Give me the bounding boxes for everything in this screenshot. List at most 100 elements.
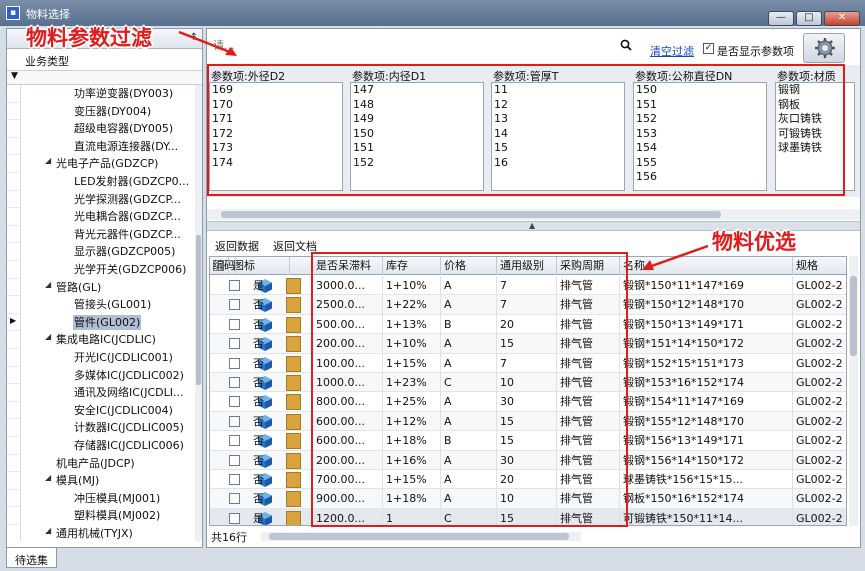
- expand-toggle-icon[interactable]: ◢: [45, 526, 51, 535]
- column-header[interactable]: 图标: [230, 257, 290, 275]
- tree-item[interactable]: ◢ 光电子产品(GDZCP): [7, 155, 194, 173]
- row-checkbox[interactable]: [229, 357, 240, 369]
- table-cell: 球墨铸铁*156*15*15...: [620, 470, 793, 489]
- row-checkbox[interactable]: [229, 415, 240, 427]
- tree-item-label: 管接头(GL001): [74, 298, 152, 312]
- tree-item[interactable]: 超级电容器(DY005): [7, 120, 194, 138]
- table-cell: 否: [250, 353, 313, 373]
- tree-item[interactable]: ◢ 集成电路IC(JCDLIC): [7, 331, 194, 349]
- tree-item[interactable]: ◢ 通用机械(TYJX): [7, 525, 194, 541]
- tree-item[interactable]: 塑料模具(MJ002): [7, 507, 194, 525]
- column-header[interactable]: 编码: [210, 257, 236, 275]
- tree-item[interactable]: 冲压模具(MJ001): [7, 489, 194, 508]
- back-data-button[interactable]: 返回数据: [215, 238, 259, 254]
- tree-row-gutter: [7, 472, 21, 490]
- tree-row-gutter: [7, 102, 21, 121]
- settings-button[interactable]: [803, 33, 845, 63]
- expand-toggle-icon[interactable]: ◢: [45, 156, 51, 165]
- tree-item[interactable]: 存储器IC(JCDLIC006): [7, 437, 194, 455]
- clear-filter-link[interactable]: 清空过滤: [650, 43, 694, 59]
- tree-item[interactable]: 计数器IC(JCDLIC005): [7, 419, 194, 437]
- row-checkbox[interactable]: [229, 474, 240, 485]
- row-checkbox[interactable]: [229, 318, 240, 330]
- tree-row-gutter: [7, 190, 21, 209]
- gear-icon: [815, 38, 835, 58]
- tree-item[interactable]: 开光IC(JCDLIC001): [7, 349, 194, 367]
- tree-item-label: 开光IC(JCDLIC001): [74, 351, 173, 364]
- table-cell: 否: [250, 470, 313, 489]
- grid-hscroll-thumb[interactable]: [269, 533, 569, 540]
- tree-item-label: 模具(MJ): [56, 474, 100, 488]
- tree-item[interactable]: LED发射器(GDZCP0...: [7, 173, 194, 191]
- grid-scrollbar[interactable]: [849, 256, 858, 526]
- tree-scrollbar[interactable]: [195, 85, 202, 541]
- tree-row-gutter: [7, 454, 21, 473]
- tree-row-gutter: [7, 173, 21, 191]
- business-type-panel: ⇞ 业务类型 ▼ 功率逆变器(DY003)变压器(DY004)超级电容器(DY0…: [6, 28, 203, 548]
- row-checkbox[interactable]: [229, 280, 240, 291]
- row-checkbox[interactable]: [229, 396, 240, 408]
- row-checkbox[interactable]: [229, 493, 240, 505]
- tree-item[interactable]: ◢ 管路(GL): [7, 278, 194, 297]
- tree-item[interactable]: 显示器(GDZCP005): [7, 243, 194, 261]
- tree-row-gutter: [7, 155, 21, 173]
- table-cell: GL002-2: [793, 470, 846, 489]
- expand-toggle-icon[interactable]: ◢: [45, 473, 51, 482]
- tree-row-gutter: [7, 261, 21, 279]
- tree-item-label: 多媒体IC(JCDLIC002): [74, 368, 184, 382]
- tab-candidates[interactable]: 待选集: [6, 548, 57, 568]
- search-input[interactable]: [211, 35, 639, 55]
- tree-item-label: 管路(GL): [56, 280, 102, 294]
- collapse-arrow-icon[interactable]: ▲: [529, 221, 535, 230]
- expand-toggle-icon[interactable]: ◢: [45, 280, 51, 289]
- tree-item[interactable]: 光学探测器(GDZCP...: [7, 190, 194, 209]
- minimize-button[interactable]: —: [768, 11, 794, 26]
- tree-row-gutter: ▶: [7, 313, 21, 332]
- row-checkbox[interactable]: [229, 435, 240, 447]
- tree-item[interactable]: 直流电源连接器(DY...: [7, 137, 194, 156]
- tree-item[interactable]: 安全IC(JCDLIC004): [7, 401, 194, 420]
- tree-item[interactable]: 背光元器件(GDZCP...: [7, 225, 194, 244]
- expand-toggle-icon[interactable]: ◢: [45, 332, 51, 341]
- params-scroll-thumb[interactable]: [221, 211, 721, 218]
- grid-scroll-thumb[interactable]: [850, 276, 857, 356]
- table-cell: 锻钢*155*12*148*170: [620, 411, 793, 431]
- tree-item[interactable]: 多媒体IC(JCDLIC002): [7, 366, 194, 385]
- tree-item[interactable]: 通讯及网络IC(JCDLI...: [7, 384, 194, 402]
- column-header[interactable]: 规格: [793, 257, 846, 275]
- row-checkbox[interactable]: [229, 338, 240, 350]
- tree-item-label: 机电产品(JDCP): [56, 456, 135, 470]
- tree-row-gutter: [7, 384, 21, 402]
- current-row-arrow-icon: ▶: [10, 315, 17, 325]
- tree-item[interactable]: 光学开关(GDZCP006): [7, 261, 194, 279]
- tree-item[interactable]: 功率逆变器(DY003): [7, 85, 194, 103]
- table-cell: GL002-2: [793, 451, 846, 470]
- table-cell: GL002-2: [793, 392, 846, 411]
- params-scrollbar[interactable]: [207, 209, 860, 220]
- row-checkbox[interactable]: [229, 454, 240, 466]
- show-params-checkbox[interactable]: ✓: [703, 43, 714, 54]
- tree-item[interactable]: ▶ 管件(GL002): [7, 313, 194, 332]
- table-cell: GL002-2: [793, 276, 846, 295]
- table-cell: GL002-2: [793, 354, 846, 373]
- search-icon[interactable]: [620, 39, 632, 51]
- tree-item[interactable]: ◢ 模具(MJ): [7, 472, 194, 490]
- tree-item[interactable]: 机电产品(JDCP): [7, 454, 194, 473]
- table-cell: 锻钢*150*13*149*171: [620, 314, 793, 334]
- grid-hscrollbar[interactable]: [261, 532, 581, 541]
- filter-icon[interactable]: ▼: [11, 71, 18, 81]
- row-checkbox[interactable]: [229, 299, 240, 311]
- filter-row[interactable]: ▼: [7, 71, 202, 85]
- tree-item[interactable]: 光电耦合器(GDZCP...: [7, 208, 194, 226]
- column-header-business-type[interactable]: 业务类型: [7, 49, 202, 71]
- tree-item[interactable]: 变压器(DY004): [7, 102, 194, 121]
- close-button[interactable]: ✕: [824, 11, 860, 26]
- row-checkbox[interactable]: [229, 377, 240, 388]
- tree-row-gutter: [7, 225, 21, 244]
- row-checkbox[interactable]: [229, 512, 240, 524]
- tree-scroll-thumb[interactable]: [196, 235, 201, 385]
- tree-item[interactable]: 管接头(GL001): [7, 296, 194, 314]
- tree-item-label: 背光元器件(GDZCP...: [74, 227, 181, 241]
- maximize-button[interactable]: □: [796, 11, 822, 26]
- table-cell: 否: [250, 392, 313, 412]
